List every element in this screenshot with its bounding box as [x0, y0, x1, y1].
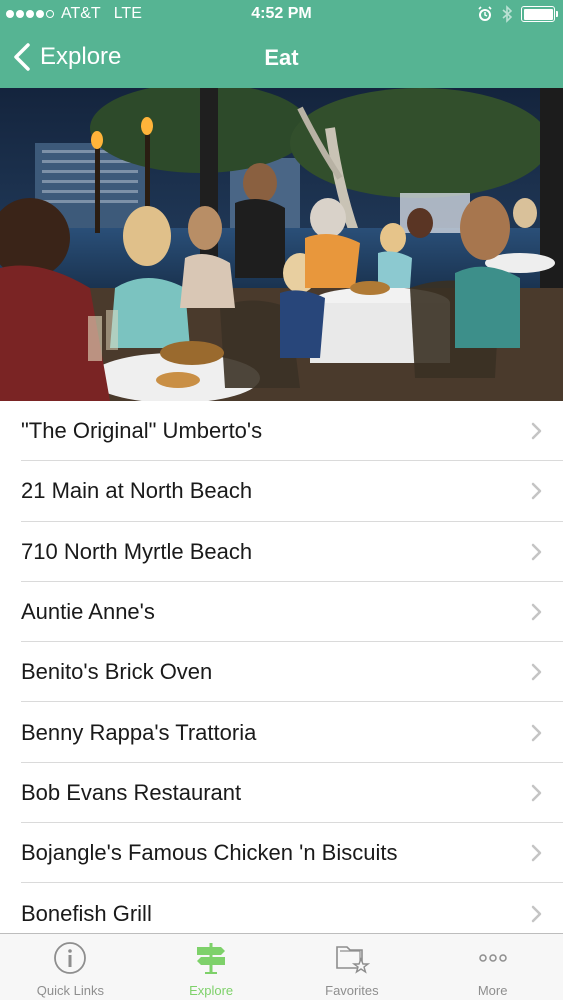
app-header: AT&T LTE 4:52 PM Explore Eat: [0, 0, 563, 88]
list-item[interactable]: "The Original" Umberto's: [0, 401, 563, 462]
list-item[interactable]: Bonefish Grill: [0, 883, 563, 933]
more-dots-icon: [478, 954, 507, 962]
chevron-right-icon: [531, 664, 542, 681]
list-item-label: 21 Main at North Beach: [21, 478, 253, 504]
battery-icon: [521, 6, 558, 22]
chevron-right-icon: [531, 844, 542, 862]
chevron-right-icon: [531, 905, 542, 922]
nav-bar: Explore Eat: [0, 30, 563, 88]
list-item[interactable]: 710 North Myrtle Beach: [0, 522, 563, 583]
list-item-label: Bojangle's Famous Chicken 'n Biscuits: [21, 840, 398, 866]
list-item[interactable]: Benny Rappa's Trattoria: [0, 702, 563, 764]
tab-label: Explore: [189, 983, 234, 998]
status-right: [477, 5, 558, 23]
chevron-right-icon: [531, 603, 542, 621]
restaurant-photo: [0, 88, 563, 401]
tab-explore[interactable]: Explore: [141, 934, 282, 1000]
list-item-label: Bonefish Grill: [21, 900, 152, 926]
status-bar: AT&T LTE 4:52 PM: [0, 0, 563, 30]
tab-label: More: [477, 983, 508, 998]
tab-more[interactable]: More: [422, 934, 563, 1000]
hero-image: [0, 88, 563, 401]
list-item[interactable]: 21 Main at North Beach: [0, 461, 563, 522]
list-item[interactable]: Bojangle's Famous Chicken 'n Biscuits: [0, 823, 563, 884]
restaurant-list: "The Original" Umberto's 21 Main at Nort…: [0, 401, 563, 933]
alarm-icon: [478, 6, 492, 21]
list-item-label: "The Original" Umberto's: [21, 418, 263, 444]
list-item[interactable]: Benito's Brick Oven: [0, 642, 563, 703]
folder-star-icon: [336, 946, 370, 974]
chevron-right-icon: [531, 483, 542, 500]
chevron-right-icon: [531, 543, 542, 560]
info-icon: [54, 942, 87, 974]
tab-favorites[interactable]: Favorites: [282, 934, 423, 1000]
bluetooth-icon: [502, 5, 513, 23]
tab-label: Quick Links: [36, 983, 104, 998]
list-item[interactable]: Auntie Anne's: [0, 582, 563, 643]
list-item-label: Benny Rappa's Trattoria: [21, 719, 257, 745]
tab-quick-links[interactable]: Quick Links: [0, 934, 141, 1000]
list-item-label: 710 North Myrtle Beach: [21, 538, 253, 564]
chevron-right-icon: [531, 784, 542, 802]
list-item-label: Bob Evans Restaurant: [21, 779, 242, 805]
list-item-label: Auntie Anne's: [21, 599, 155, 625]
tab-bar: Quick Links Explore Favorites More: [0, 933, 563, 1000]
tab-label: Favorites: [325, 983, 379, 998]
chevron-right-icon: [531, 422, 542, 440]
list-item-label: Benito's Brick Oven: [21, 659, 213, 685]
signpost-icon: [197, 943, 226, 974]
page-title: Eat: [264, 45, 299, 70]
list-item[interactable]: Bob Evans Restaurant: [0, 763, 563, 824]
chevron-right-icon: [531, 724, 542, 741]
